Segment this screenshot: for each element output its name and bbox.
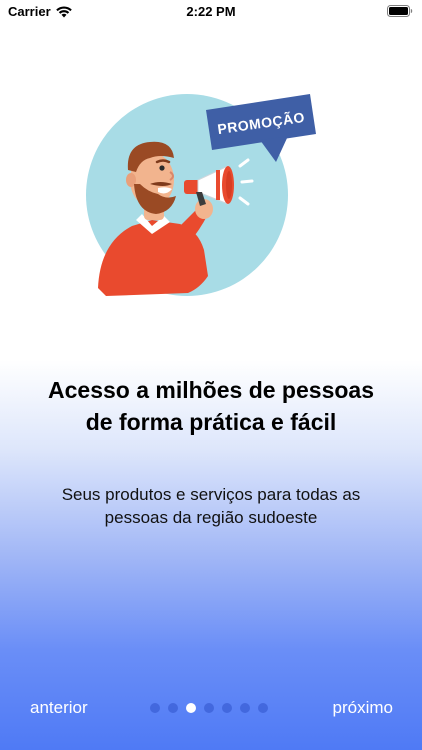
onboarding-title: Acesso a milhões de pessoas de forma prá… — [48, 377, 374, 435]
page-dot-1[interactable] — [150, 703, 160, 713]
page-dot-5[interactable] — [222, 703, 232, 713]
battery-icon — [387, 5, 413, 20]
page-indicator[interactable] — [150, 703, 268, 713]
status-bar: Carrier 2:22 PM — [0, 0, 422, 24]
onboarding-subtitle: Seus produtos e serviços para todas as p… — [61, 485, 361, 527]
next-button[interactable]: próximo — [333, 698, 393, 718]
status-time: 2:22 PM — [186, 4, 236, 19]
page-dot-6[interactable] — [240, 703, 250, 713]
page-dot-2[interactable] — [168, 703, 178, 713]
page-dot-4[interactable] — [204, 703, 214, 713]
page-dot-3-current[interactable] — [186, 703, 196, 713]
promo-illustration: PROMOÇÃO — [80, 88, 320, 303]
page-dot-7[interactable] — [258, 703, 268, 713]
previous-button[interactable]: anterior — [30, 698, 88, 718]
